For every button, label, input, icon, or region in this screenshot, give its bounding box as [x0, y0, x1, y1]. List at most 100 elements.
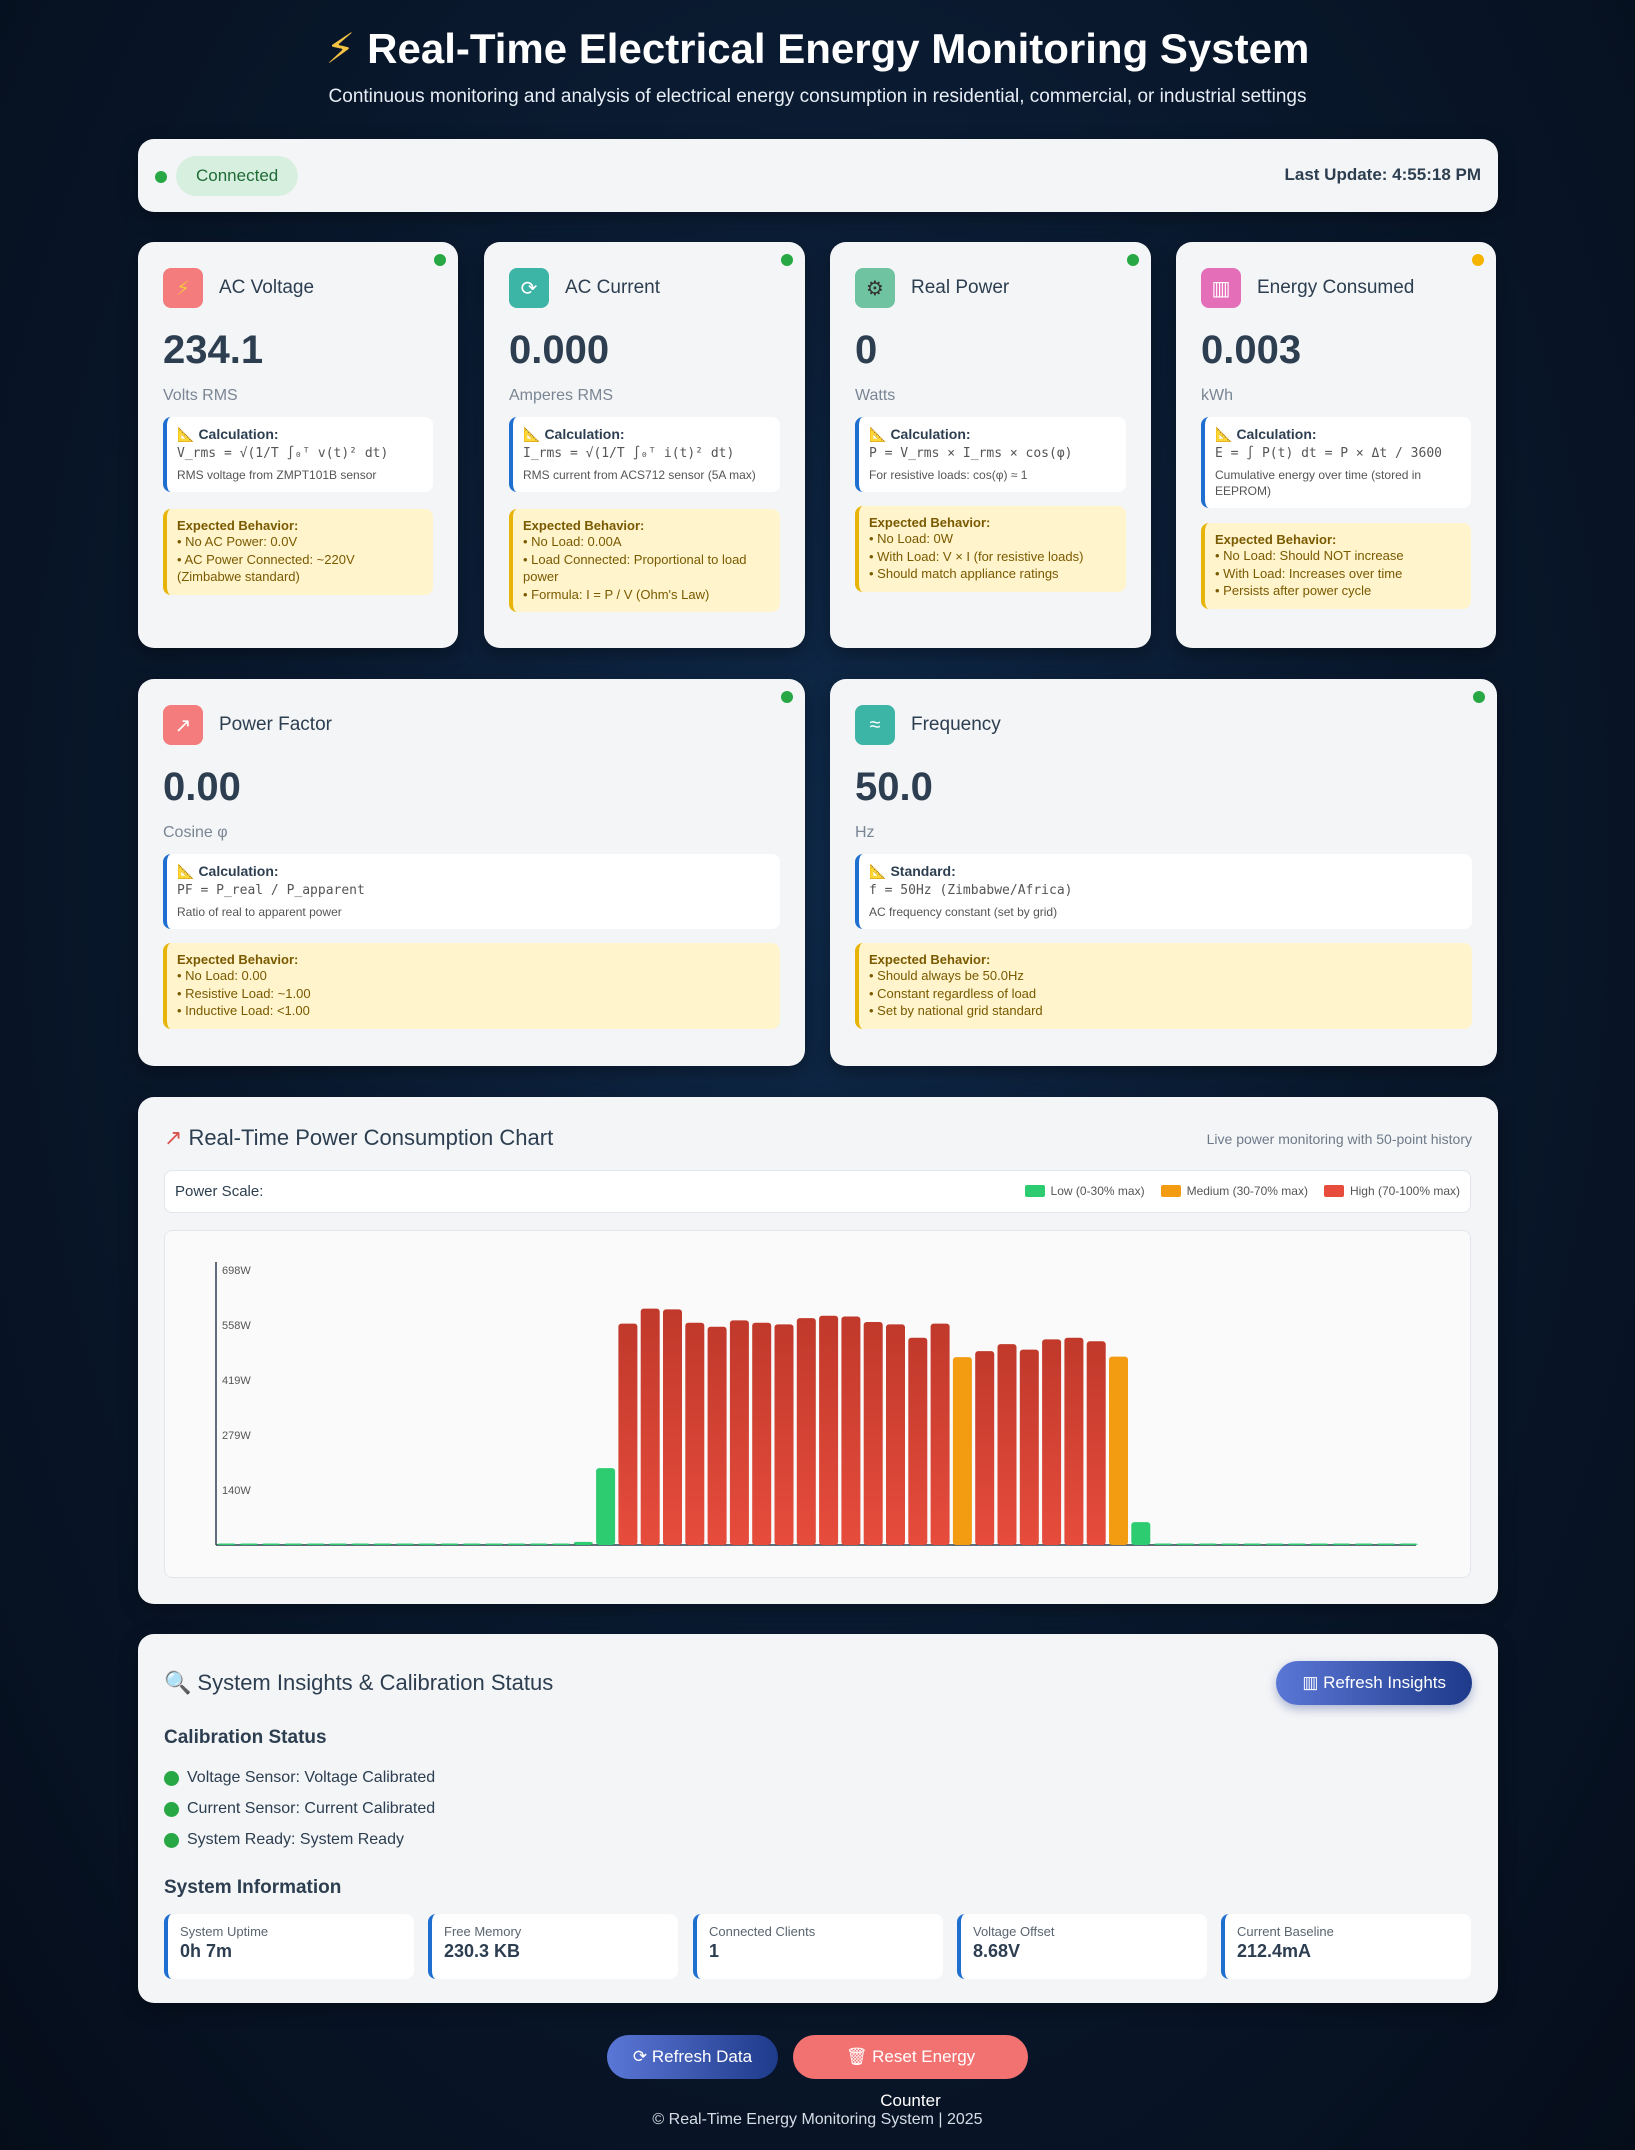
voltage-value: 234.1 — [163, 328, 264, 372]
chart-bar — [1198, 1543, 1218, 1545]
ruler-icon: 📐 — [177, 863, 195, 879]
energy-unit: kWh — [1201, 387, 1233, 404]
chart-bar — [997, 1344, 1017, 1545]
current-note: RMS current from ACS712 sensor (5A max) — [523, 468, 756, 482]
ruler-icon: 📐 — [523, 426, 541, 442]
insights-title: 🔍 System Insights & Calibration Status — [164, 1670, 554, 1695]
power-unit: Watts — [855, 387, 896, 404]
chart-bar — [306, 1543, 326, 1545]
y-tick-label: 140W — [222, 1485, 251, 1497]
chart-bar — [752, 1322, 772, 1545]
chart-bar — [283, 1543, 303, 1545]
status-dot — [164, 1801, 179, 1817]
legend-low: Low (0-30% max) — [1024, 1184, 1145, 1198]
bar-chart-icon: ▥ — [1201, 268, 1241, 308]
chart-bar — [685, 1322, 705, 1545]
chart-bar — [462, 1543, 482, 1545]
info-system-uptime: System Uptime 0h 7m — [164, 1914, 414, 1979]
power-factor-calculation-box: 📐 Calculation: PF = P_real / P_apparent R… — [163, 854, 780, 930]
legend-swatch-high — [1323, 1185, 1344, 1197]
power-scale-label: Power Scale: — [175, 1183, 264, 1200]
chart-bar — [1309, 1543, 1329, 1545]
frequency-formula: f = 50Hz (Zimbabwe/Africa) — [869, 883, 1073, 898]
voltage-expected-box: Expected Behavior: • No AC Power: 0.0V •… — [163, 509, 433, 595]
current-calculation-box: 📐 Calculation: I_rms = √(1/T ∫₀ᵀ i(t)² dt… — [509, 417, 780, 493]
page-footer: © Real-Time Energy Monitoring System | 2… — [652, 2111, 983, 2128]
chart-bar — [1131, 1522, 1151, 1545]
refresh-data-button[interactable]: ⟳ Refresh Data — [607, 2035, 778, 2079]
chart-bar — [551, 1543, 571, 1545]
chart-bar — [1265, 1543, 1285, 1545]
legend-high: High (70-100% max) — [1323, 1184, 1460, 1198]
frequency-unit: Hz — [855, 824, 875, 841]
ruler-icon: 📐 — [869, 426, 887, 442]
calibration-item-current: Current Sensor: Current Calibrated — [164, 1800, 435, 1818]
power-value: 0 — [855, 328, 878, 372]
system-information-heading: System Information — [164, 1877, 342, 1898]
power-chart-card: ↗ Real-Time Power Consumption Chart Live … — [138, 1097, 1498, 1604]
connection-badge: Connected — [176, 156, 299, 196]
chart-bar — [1376, 1543, 1396, 1545]
current-value: 0.000 — [509, 328, 610, 372]
chart-bar — [440, 1543, 459, 1545]
trash-icon: 🗑 — [845, 2047, 873, 2066]
chart-bar — [529, 1543, 549, 1545]
ruler-icon: 📐 — [869, 863, 887, 879]
current-status-indicator — [781, 254, 793, 266]
voltage-calculation-box: 📐 Calculation: V_rms = √(1/T ∫₀ᵀ v(t)² dt… — [163, 417, 433, 493]
reset-energy-button[interactable]: 🗑 Reset Energy Counter — [793, 2035, 1028, 2110]
chart-bar — [1398, 1543, 1418, 1545]
chart-bar — [640, 1308, 660, 1545]
chart-bar — [239, 1543, 259, 1545]
frequency-standard-box: 📐 Standard: f = 50Hz (Zimbabwe/Africa) AC… — [855, 854, 1472, 930]
power-factor-title: Power Factor — [219, 714, 332, 735]
trend-chart-icon: ↗ — [163, 705, 203, 745]
chart-bar — [1064, 1337, 1084, 1545]
power-title: Real Power — [911, 277, 1010, 298]
current-unit: Amperes RMS — [509, 387, 614, 404]
chart-bar — [350, 1543, 370, 1545]
chart-bar — [484, 1543, 504, 1545]
legend-swatch-medium — [1160, 1185, 1181, 1197]
chart-description: Live power monitoring with 50-point hist… — [1206, 1131, 1472, 1147]
energy-status-indicator — [1472, 254, 1484, 266]
chart-bar — [930, 1323, 950, 1545]
power-factor-formula: PF = P_real / P_apparent — [177, 883, 365, 898]
power-calculation-box: 📐 Calculation: P = V_rms × I_rms × cos(φ)… — [855, 417, 1126, 493]
wave-icon: ≈ — [855, 705, 895, 745]
chart-bar — [1332, 1543, 1351, 1545]
frequency-title: Frequency — [911, 714, 1001, 735]
chart-bar — [1042, 1339, 1062, 1545]
info-free-memory: Free Memory 230.3 KB — [428, 1914, 678, 1979]
last-update-text: Last Update: 4:55:18 PM — [1284, 165, 1482, 184]
chart-bar — [573, 1541, 593, 1545]
voltage-formula: V_rms = √(1/T ∫₀ᵀ v(t)² dt) — [177, 446, 389, 461]
power-note: For resistive loads: cos(φ) ≈ 1 — [869, 468, 1028, 482]
y-tick-label: 558W — [222, 1320, 251, 1332]
refresh-insights-button[interactable]: ▥ Refresh Insights — [1276, 1661, 1472, 1705]
page-subtitle: Continuous monitoring and analysis of el… — [328, 86, 1307, 107]
calibration-item-system: System Ready: System Ready — [164, 1831, 404, 1849]
info-voltage-offset: Voltage Offset 8.68V — [957, 1914, 1207, 1979]
chart-bar — [774, 1324, 794, 1545]
chart-title: ↗ Real-Time Power Consumption Chart — [164, 1125, 554, 1150]
chart-bar — [1109, 1356, 1128, 1545]
chart-bar — [663, 1309, 682, 1545]
calibration-status-heading: Calibration Status — [164, 1727, 327, 1748]
y-tick-label: 279W — [222, 1430, 251, 1442]
energy-calculation-box: 📐 Calculation: E = ∫ P(t) dt = P × Δt / 3… — [1201, 417, 1471, 509]
connection-status-bar: Connected Last Update: 4:55:18 PM — [138, 139, 1498, 212]
y-tick-label: 698W — [222, 1265, 251, 1277]
legend-swatch-low — [1024, 1185, 1045, 1197]
frequency-status-indicator — [1473, 691, 1485, 703]
legend-medium: Medium (30-70% max) — [1160, 1184, 1308, 1198]
status-dot — [164, 1770, 179, 1786]
chart-bar — [1354, 1543, 1374, 1545]
chart-bar — [596, 1468, 616, 1545]
page-title: ⚡ Real-Time Electrical Energy Monitoring … — [325, 25, 1310, 72]
frequency-expected-box: Expected Behavior: • Should always be 50… — [855, 943, 1472, 1029]
status-dot — [164, 1832, 179, 1848]
refresh-icon: ⟳ — [632, 2047, 652, 2066]
frequency-note: AC frequency constant (set by grid) — [869, 905, 1058, 919]
chart-bar — [261, 1543, 281, 1545]
